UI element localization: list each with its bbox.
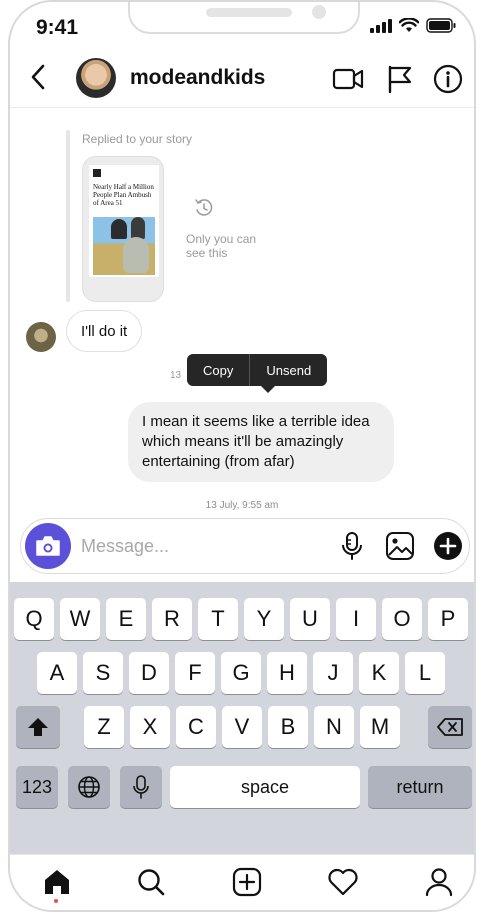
- key-d[interactable]: D: [129, 652, 169, 694]
- article-image: [93, 217, 155, 275]
- key-e[interactable]: E: [106, 598, 146, 640]
- key-v[interactable]: V: [222, 706, 262, 748]
- received-message-bubble[interactable]: I'll do it: [66, 310, 143, 352]
- new-post-icon: [232, 867, 262, 897]
- globe-key[interactable]: [68, 766, 110, 808]
- bottom-tab-bar: [10, 854, 474, 910]
- key-o[interactable]: O: [382, 598, 422, 640]
- key-s[interactable]: S: [83, 652, 123, 694]
- message-context-menu: Copy Unsend: [187, 354, 328, 393]
- microphone-icon: [133, 775, 149, 799]
- partial-timestamp: 13: [170, 370, 182, 381]
- tab-profile[interactable]: [422, 865, 456, 899]
- gallery-icon[interactable]: [383, 529, 417, 563]
- key-t[interactable]: T: [198, 598, 238, 640]
- story-article: Nearly Half a Million People Plan Ambush…: [89, 165, 159, 277]
- speaker-grille: [206, 8, 292, 17]
- tab-new-post[interactable]: [230, 865, 264, 899]
- key-u[interactable]: U: [290, 598, 330, 640]
- key-q[interactable]: Q: [14, 598, 54, 640]
- camera-button[interactable]: [25, 523, 71, 569]
- key-z[interactable]: Z: [84, 706, 124, 748]
- numbers-key[interactable]: 123: [16, 766, 58, 808]
- key-p[interactable]: P: [428, 598, 468, 640]
- device-notch: [128, 2, 360, 34]
- shift-icon: [28, 718, 48, 736]
- front-camera: [312, 5, 326, 19]
- wifi-icon: [399, 18, 419, 32]
- key-x[interactable]: X: [130, 706, 170, 748]
- message-composer: [20, 518, 470, 574]
- sender-avatar[interactable]: [26, 322, 56, 352]
- key-n[interactable]: N: [314, 706, 354, 748]
- globe-icon: [78, 776, 100, 798]
- key-h[interactable]: H: [267, 652, 307, 694]
- notification-dot: [54, 899, 58, 903]
- article-headline: Nearly Half a Million People Plan Ambush…: [93, 183, 154, 207]
- profile-icon: [425, 868, 453, 897]
- only-you-notice: Only you can see this: [186, 232, 257, 260]
- status-time: 9:41: [36, 16, 79, 39]
- sent-message-bubble[interactable]: I mean it seems like a terrible idea whi…: [128, 402, 394, 482]
- activity-heart-icon: [328, 868, 358, 896]
- cellular-signal-icon: [370, 18, 392, 33]
- article-logo: [93, 169, 101, 177]
- replied-to-story-label: Replied to your story: [82, 132, 193, 146]
- plus-icon[interactable]: [431, 529, 465, 563]
- story-preview-card[interactable]: Nearly Half a Million People Plan Ambush…: [82, 156, 164, 302]
- return-key[interactable]: return: [368, 766, 472, 808]
- chat-username[interactable]: modeandkids: [130, 66, 265, 90]
- camera-icon: [36, 536, 60, 556]
- tab-activity[interactable]: [326, 865, 360, 899]
- info-icon[interactable]: [432, 64, 464, 94]
- reply-indicator-bar: [66, 130, 70, 302]
- back-icon[interactable]: [30, 62, 56, 92]
- key-g[interactable]: G: [221, 652, 261, 694]
- space-key[interactable]: space: [170, 766, 360, 808]
- video-call-icon[interactable]: [332, 64, 364, 94]
- menu-pointer: [261, 386, 275, 393]
- microphone-icon[interactable]: [335, 529, 369, 563]
- phone-frame: 9:41 modeandkids Replied to your story N…: [8, 0, 476, 912]
- key-k[interactable]: K: [359, 652, 399, 694]
- key-w[interactable]: W: [60, 598, 100, 640]
- home-icon: [45, 870, 69, 894]
- key-m[interactable]: M: [360, 706, 400, 748]
- chat-header: modeandkids: [10, 52, 474, 108]
- view-once-icon: [195, 199, 213, 216]
- dictation-key[interactable]: [120, 766, 162, 808]
- key-j[interactable]: J: [313, 652, 353, 694]
- battery-icon: [426, 18, 456, 33]
- key-l[interactable]: L: [405, 652, 445, 694]
- message-input[interactable]: [81, 531, 321, 561]
- key-b[interactable]: B: [268, 706, 308, 748]
- tab-home[interactable]: [40, 865, 74, 899]
- key-y[interactable]: Y: [244, 598, 284, 640]
- delete-key[interactable]: [428, 706, 472, 748]
- key-a[interactable]: A: [37, 652, 77, 694]
- shift-key[interactable]: [16, 706, 60, 748]
- copy-menu-item[interactable]: Copy: [187, 354, 249, 386]
- tab-search[interactable]: [134, 865, 168, 899]
- key-f[interactable]: F: [175, 652, 215, 694]
- key-i[interactable]: I: [336, 598, 376, 640]
- on-screen-keyboard: 123 space return QWERTYUIOP ASDFGHJKL ZXCV…: [10, 582, 474, 854]
- key-c[interactable]: C: [176, 706, 216, 748]
- status-icons: [370, 18, 456, 33]
- message-timestamp: 13 July, 9:55 am: [205, 500, 279, 511]
- avatar[interactable]: [76, 58, 116, 98]
- flag-icon[interactable]: [384, 64, 416, 94]
- key-r[interactable]: R: [152, 598, 192, 640]
- backspace-icon: [437, 718, 463, 736]
- unsend-menu-item[interactable]: Unsend: [250, 354, 327, 386]
- search-icon: [138, 869, 165, 896]
